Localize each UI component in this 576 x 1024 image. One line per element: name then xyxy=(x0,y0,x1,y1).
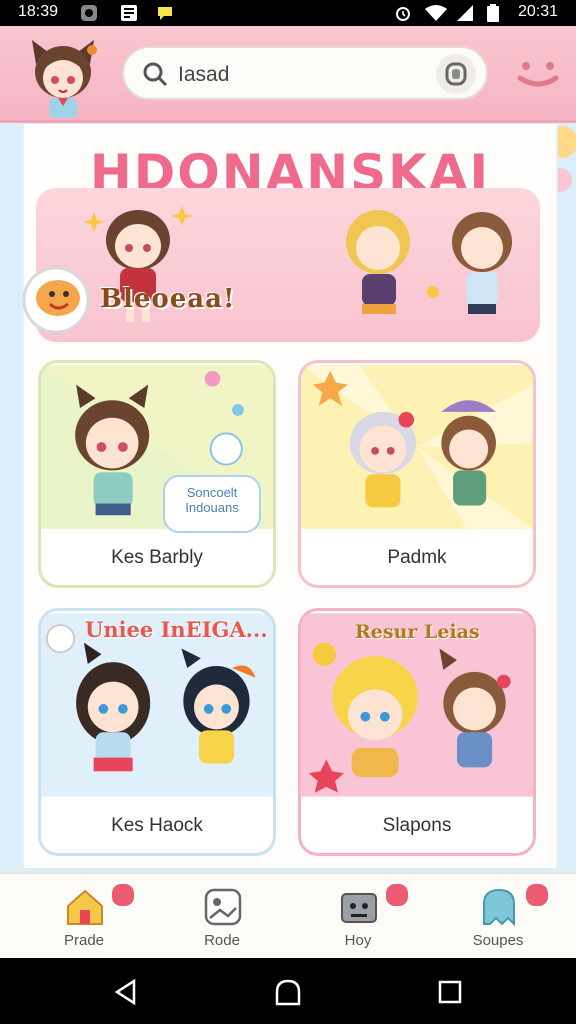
home-nav-icon[interactable] xyxy=(274,978,302,1006)
signal-icon xyxy=(457,5,473,21)
banner-illustration xyxy=(83,206,512,322)
nav-item-soupes[interactable]: Soupes xyxy=(438,874,558,960)
bottom-nav: Prade Rode Hoy Soupes xyxy=(0,872,576,960)
ghost-icon xyxy=(483,888,515,927)
bubble-line-1: Soncoelt xyxy=(186,485,238,500)
notification-badge xyxy=(524,882,550,908)
chat-notification-icon xyxy=(158,7,172,20)
card-label: Kes Haock xyxy=(111,815,203,836)
home-icon xyxy=(67,889,103,925)
search-bar[interactable] xyxy=(122,46,488,100)
back-icon[interactable] xyxy=(112,978,140,1006)
notification-badge xyxy=(110,882,136,908)
card-caption: Resur Leias xyxy=(355,621,480,643)
search-action-button[interactable] xyxy=(436,54,476,94)
robot-icon xyxy=(341,893,377,923)
news-notification-icon xyxy=(121,5,137,21)
status-bar: 18:39 20:31 xyxy=(0,0,576,26)
status-time-right: 20:31 xyxy=(517,3,558,20)
nav-item-rode[interactable]: Rode xyxy=(162,874,282,960)
system-nav-bar xyxy=(0,958,576,1024)
alarm-icon xyxy=(396,7,410,21)
card-label: Padmk xyxy=(387,547,447,568)
character-card[interactable]: Resur Leias Slapons xyxy=(298,608,536,856)
nav-item-prade[interactable]: Prade xyxy=(24,874,144,960)
app-notification-icon xyxy=(81,5,97,21)
nav-label: Rode xyxy=(204,932,240,949)
card-illustration xyxy=(301,365,533,529)
gallery-icon xyxy=(204,888,242,926)
smiley-icon xyxy=(22,266,90,334)
nav-item-hoy[interactable]: Hoy xyxy=(298,874,418,960)
bubble-line-2: Indouans xyxy=(185,500,239,515)
notification-badge xyxy=(384,882,410,908)
battery-icon xyxy=(487,4,499,22)
character-card[interactable]: Padmk xyxy=(298,360,536,588)
menu-face-icon[interactable] xyxy=(516,56,560,92)
card-caption: Uniee InEIGA... xyxy=(85,617,268,642)
card-label: Slapons xyxy=(382,815,452,836)
app-header xyxy=(0,26,576,123)
scan-icon xyxy=(445,62,467,86)
avatar[interactable] xyxy=(22,34,104,118)
status-time-left: 18:39 xyxy=(18,3,59,20)
hero-banner[interactable] xyxy=(36,188,540,342)
nav-label: Prade xyxy=(63,932,105,949)
character-card[interactable]: Soncoelt Indouans Kes Barbly xyxy=(38,360,276,588)
search-input[interactable] xyxy=(176,60,420,90)
card-label: Kes Barbly xyxy=(111,547,203,568)
nav-label: Hoy xyxy=(344,932,372,949)
recents-icon[interactable] xyxy=(436,978,464,1006)
search-icon xyxy=(143,62,168,87)
banner-label: Bleoeaa! xyxy=(100,284,236,314)
nav-label: Soupes xyxy=(472,932,524,949)
wifi-icon xyxy=(425,5,447,21)
character-card[interactable]: Uniee InEIGA... Kes Haock xyxy=(38,608,276,856)
speech-bubble: Soncoelt Indouans xyxy=(163,475,261,533)
